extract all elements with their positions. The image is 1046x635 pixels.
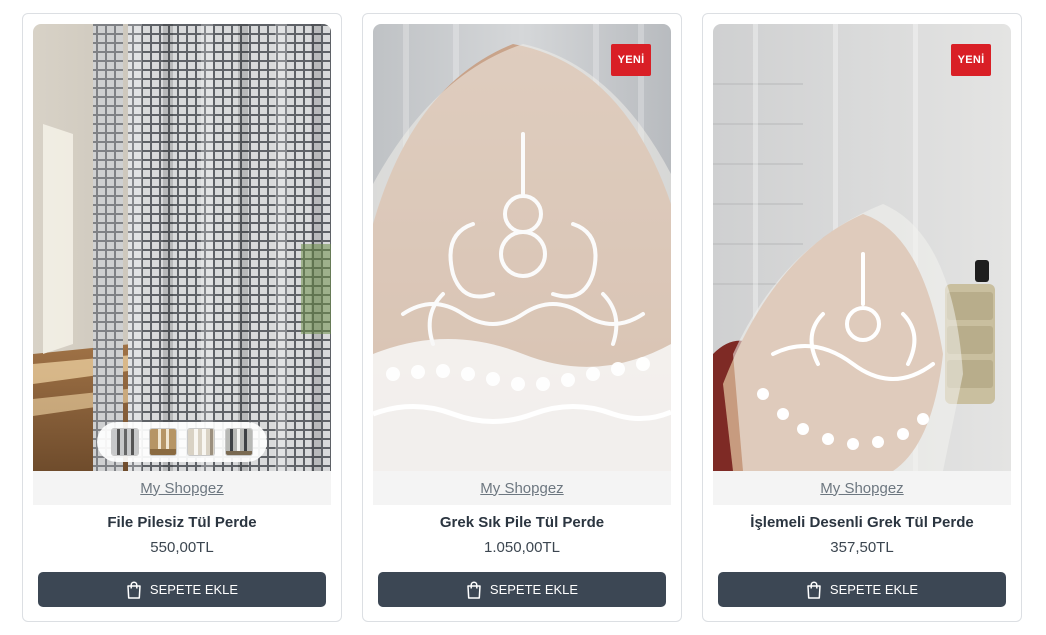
shopping-bag-icon — [126, 581, 142, 599]
add-to-cart-button[interactable]: SEPETE EKLE — [378, 572, 666, 607]
product-name[interactable]: File Pilesiz Tül Perde — [23, 514, 341, 531]
add-to-cart-button[interactable]: SEPETE EKLE — [718, 572, 1006, 607]
product-photo-lace-tulle — [713, 24, 1011, 471]
brand-bar: My Shopgez — [373, 471, 671, 505]
product-photo-embroidered-tulle — [373, 24, 671, 471]
thumbnail-2[interactable] — [149, 428, 177, 456]
add-to-cart-button[interactable]: SEPETE EKLE — [38, 572, 326, 607]
product-image[interactable] — [33, 24, 331, 471]
product-price: 550,00TL — [150, 539, 214, 556]
product-photo-mesh-curtain — [33, 24, 331, 471]
brand-link[interactable]: My Shopgez — [140, 480, 223, 497]
product-card[interactable]: My Shopgez File Pilesiz Tül Perde 550,00… — [22, 13, 342, 622]
add-to-cart-label: SEPETE EKLE — [149, 582, 239, 597]
product-card[interactable]: YENİ My Shopgez Grek Sık Pile Tül Perde … — [362, 13, 682, 622]
shopping-bag-icon — [806, 581, 822, 599]
new-badge: YENİ — [951, 44, 991, 76]
product-name[interactable]: İşlemeli Desenli Grek Tül Perde — [703, 514, 1021, 531]
thumbnail-4[interactable] — [225, 428, 253, 456]
product-price: 357,50TL — [830, 539, 894, 556]
product-price: 1.050,00TL — [484, 539, 560, 556]
product-name[interactable]: Grek Sık Pile Tül Perde — [363, 514, 681, 531]
thumbnail-1[interactable] — [111, 428, 139, 456]
product-image[interactable]: YENİ — [713, 24, 1011, 471]
thumbnail-3[interactable] — [187, 428, 215, 456]
shopping-bag-icon — [466, 581, 482, 599]
brand-link[interactable]: My Shopgez — [820, 480, 903, 497]
brand-bar: My Shopgez — [713, 471, 1011, 505]
product-card[interactable]: YENİ My Shopgez İşlemeli Desenli Grek Tü… — [702, 13, 1022, 622]
add-to-cart-label: SEPETE EKLE — [489, 582, 579, 597]
product-image[interactable]: YENİ — [373, 24, 671, 471]
brand-bar: My Shopgez — [33, 471, 331, 505]
brand-link[interactable]: My Shopgez — [480, 480, 563, 497]
image-thumbnails — [97, 422, 267, 462]
new-badge: YENİ — [611, 44, 651, 76]
add-to-cart-label: SEPETE EKLE — [829, 582, 919, 597]
